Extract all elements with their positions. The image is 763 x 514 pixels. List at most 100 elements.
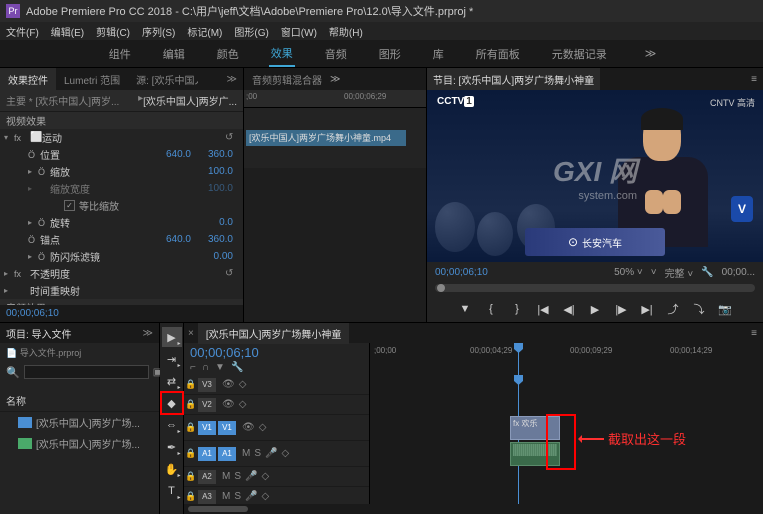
eye-icon[interactable]: 👁 [222, 379, 235, 390]
antiflicker-value[interactable]: 0.00 [197, 251, 233, 262]
linked-selection-icon[interactable]: ∩ [202, 362, 209, 373]
mark-in-icon[interactable]: { [482, 300, 500, 318]
play-icon[interactable]: ▶ [586, 300, 604, 318]
tab-audio-mixer[interactable]: 音频剪辑混合器 [244, 68, 330, 91]
timeline-overflow-icon[interactable]: ≡ [745, 328, 763, 339]
position-property[interactable]: Ö 位置 640.0 360.0 [0, 146, 243, 163]
slip-tool[interactable]: ⇔▸ [162, 415, 182, 435]
timeline-playhead[interactable] [518, 343, 519, 375]
timeline-track-area[interactable]: fx 欢乐 截取出这一段 [370, 375, 763, 504]
add-marker-icon[interactable]: ▼ [456, 300, 474, 318]
uniform-scale-checkbox[interactable]: ✓ 等比缩放 [0, 197, 243, 214]
export-frame-icon[interactable]: 📷 [716, 300, 734, 318]
settings-icon[interactable]: 🔧 [231, 362, 243, 373]
playhead-handle[interactable] [437, 284, 445, 292]
ripple-edit-tool[interactable]: ⇄▸ [162, 371, 182, 391]
source-patch-v1[interactable]: V1 [198, 421, 216, 435]
opacity-effect[interactable]: ▸fx 不透明度 ↺ [0, 265, 243, 282]
settings-icon[interactable]: 🔧 [701, 267, 713, 278]
stopwatch-icon[interactable]: Ö [28, 150, 40, 160]
step-back-icon[interactable]: ◀| [560, 300, 578, 318]
source-overflow-icon[interactable]: ≫ [330, 74, 340, 85]
tab-project[interactable]: 项目: 导入文件 [0, 323, 78, 344]
fit-dropdown[interactable]: 完整 ˅ [665, 265, 694, 280]
workspace-metadata[interactable]: 元数据记录 [550, 42, 609, 66]
track-select-tool[interactable]: ⇥▸ [162, 349, 182, 369]
rotation-value[interactable]: 0.0 [197, 217, 233, 228]
snap-icon[interactable]: ⌐ [190, 362, 196, 373]
workspace-audio[interactable]: 音频 [323, 42, 349, 66]
menu-file[interactable]: 文件(F) [6, 24, 39, 39]
tab-program[interactable]: 节目: [欢乐中国人]两岁广场舞小神童 [427, 68, 600, 91]
program-timecode[interactable]: 00;00;06;10 [435, 267, 488, 278]
zoom-dropdown[interactable]: 50% ˅ [614, 267, 643, 278]
workspace-graphics[interactable]: 图形 [377, 42, 403, 66]
program-overflow-icon[interactable]: ≡ [745, 74, 763, 85]
timeline-scroll[interactable] [184, 504, 763, 514]
source-track-area[interactable]: [欢乐中国人]两岁广场舞小神童.mp4 [244, 108, 426, 168]
position-y[interactable]: 360.0 [197, 149, 233, 160]
track-v1-header[interactable]: 🔒 V1 V1 👁◇ [184, 415, 369, 441]
position-x[interactable]: 640.0 [155, 149, 191, 160]
lock-icon[interactable]: 🔒 [184, 379, 198, 390]
ec-timecode[interactable]: 00;00;06;10 [0, 305, 243, 322]
search-icon[interactable]: 🔍 [6, 366, 20, 379]
track-a1-header[interactable]: 🔒 A1 A1 MS🎤◇ [184, 441, 369, 467]
timeline-clip-video[interactable]: fx 欢乐 [510, 416, 560, 440]
menu-edit[interactable]: 编辑(E) [51, 24, 84, 39]
tab-source-overflow[interactable]: 源: [欢乐中国人]两岁广场舞小神童.mp4 [128, 68, 198, 91]
source-clip[interactable]: [欢乐中国人]两岁广场舞小神童.mp4 [246, 130, 406, 146]
solo-button[interactable]: S [254, 448, 261, 459]
project-search-input[interactable] [24, 365, 149, 379]
antiflicker-property[interactable]: ▸Ö 防闪烁滤镜 0.00 [0, 248, 243, 265]
track-v3-header[interactable]: 🔒 V3 👁◇ [184, 375, 369, 395]
timeline-clip-audio[interactable] [510, 442, 560, 466]
track-a3-header[interactable]: 🔒 A3 MS🎤◇ [184, 487, 369, 504]
scale-value[interactable]: 100.0 [197, 166, 233, 177]
track-a2-header[interactable]: 🔒 A2 MS🎤◇ [184, 467, 369, 487]
resolution-dropdown[interactable]: ˅ [651, 267, 657, 278]
tab-effect-controls[interactable]: 效果控件 [0, 68, 56, 91]
workspace-color[interactable]: 颜色 [215, 42, 241, 66]
anchor-x[interactable]: 640.0 [155, 234, 191, 245]
track-v2-header[interactable]: 🔒 V2 👁◇ [184, 395, 369, 415]
project-item-video[interactable]: [欢乐中国人]两岁广场... [0, 433, 159, 454]
timeline-timecode[interactable]: 00;00;06;10 [190, 345, 363, 360]
anchor-property[interactable]: Ö 锚点 640.0 360.0 [0, 231, 243, 248]
project-item-sequence[interactable]: [欢乐中国人]两岁广场... [0, 412, 159, 433]
mark-out-icon[interactable]: } [508, 300, 526, 318]
reset-icon[interactable]: ↺ [225, 132, 239, 143]
track-target-v3[interactable]: V3 [198, 378, 216, 392]
column-name-header[interactable]: 名称 [0, 390, 159, 412]
timeline-ruler[interactable]: ;00;00 00;00;04;29 00;00;09;29 00;00;14;… [370, 343, 763, 375]
lift-icon[interactable]: ⤴ [664, 300, 682, 318]
pen-tool[interactable]: ✒▸ [162, 437, 182, 457]
workspace-library[interactable]: 库 [431, 42, 446, 66]
workspace-effects[interactable]: 效果 [269, 41, 295, 67]
workspace-assembly[interactable]: 组件 [107, 42, 133, 66]
tab-timeline-sequence[interactable]: [欢乐中国人]两岁广场舞小神童 [198, 323, 350, 344]
source-ruler[interactable]: ;00 00;00;06;29 [244, 90, 426, 108]
tab-lumetri-scopes[interactable]: Lumetri 范围 [56, 68, 128, 91]
extract-icon[interactable]: ⤵ [690, 300, 708, 318]
workspace-allpanels[interactable]: 所有面板 [474, 42, 522, 66]
timeremap-effect[interactable]: ▸ 时间重映射 [0, 282, 243, 299]
selection-tool[interactable]: ▶▸ [162, 327, 182, 347]
mute-button[interactable]: M [242, 448, 250, 459]
checkbox-icon[interactable]: ✓ [64, 200, 75, 211]
goto-in-icon[interactable]: |◀ [534, 300, 552, 318]
workspace-editing[interactable]: 编辑 [161, 42, 187, 66]
workspace-overflow-icon[interactable]: ≫ [645, 47, 657, 60]
ec-master-clip[interactable]: 主要 * [欢乐中国人]两岁... [6, 93, 138, 108]
marker-icon[interactable]: ▼ [215, 362, 225, 373]
menu-window[interactable]: 窗口(W) [281, 24, 317, 39]
project-overflow-icon[interactable]: ≫ [137, 328, 159, 339]
step-forward-icon[interactable]: |▶ [612, 300, 630, 318]
goto-out-icon[interactable]: ▶| [638, 300, 656, 318]
video-effects-section[interactable]: 视频效果 [0, 112, 243, 129]
ec-sequence-clip[interactable]: [欢乐中国人]两岁广... [143, 93, 237, 108]
program-scrubber[interactable] [435, 284, 755, 292]
program-monitor[interactable]: CCTV1 CNTV 高清 V ⊙长安汽车 GXI 网 [427, 90, 763, 262]
menu-help[interactable]: 帮助(H) [329, 24, 363, 39]
anchor-y[interactable]: 360.0 [197, 234, 233, 245]
